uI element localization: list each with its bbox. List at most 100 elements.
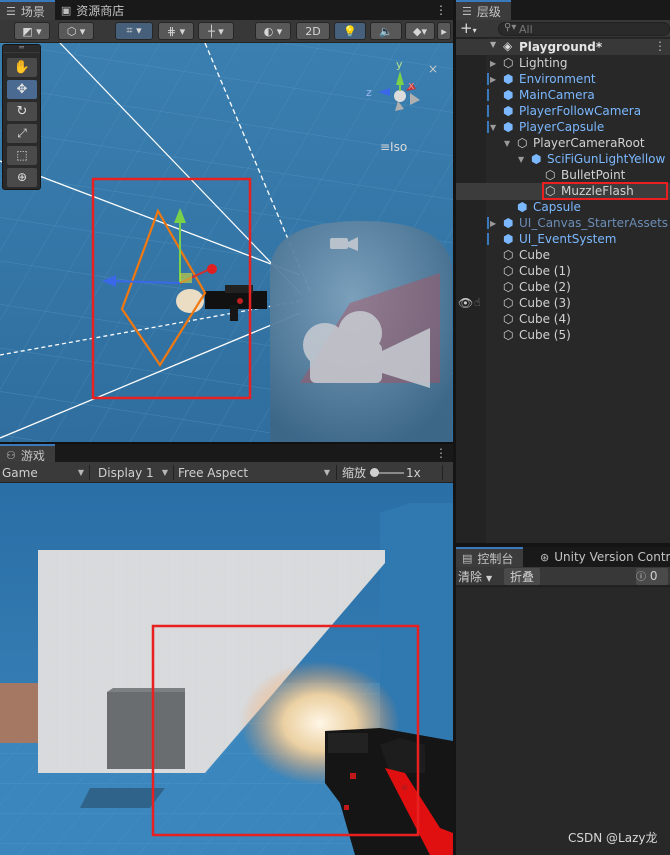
hierarchy-item[interactable]: ▼ ⬡ PlayerCameraRoot [456, 135, 670, 151]
hierarchy-item[interactable]: ⬡ BulletPoint [456, 167, 670, 183]
add-button[interactable]: +▾ [460, 20, 477, 39]
prefab-marker [487, 105, 489, 117]
visibility-eye-icon[interactable]: 👁 [458, 296, 473, 310]
tab-asset-store[interactable]: ▣ 资源商店 [55, 0, 134, 20]
tab-game[interactable]: ⚇ 游戏 [0, 444, 55, 464]
prefab-marker [487, 89, 489, 101]
hierarchy-item[interactable]: ⬢ Capsule [456, 199, 670, 215]
gameobject-cube-icon: ⬢ [503, 232, 514, 246]
hierarchy-item[interactable]: ⬢ PlayerFollowCamera [456, 103, 670, 119]
hierarchy-item[interactable]: ▶ ⬢ Environment [456, 71, 670, 87]
render-mode-dropdown[interactable]: ⬡ ▾ [58, 22, 94, 40]
prefab-marker [487, 121, 489, 133]
aspect-dropdown[interactable]: Free Aspect ▼ [176, 464, 334, 481]
hierarchy-item[interactable]: ⬡ Cube (3) [456, 295, 670, 311]
tab-scene[interactable]: ☰ 场景 [0, 0, 55, 20]
gameobject-cube-icon: ⬢ [503, 120, 514, 134]
hierarchy-item[interactable]: ⬡ Cube (2) [456, 279, 670, 295]
hierarchy-item-label: Environment [519, 72, 596, 86]
unity-scene-icon: ◈ [503, 39, 513, 53]
tab-unity-version-control[interactable]: ⊛ Unity Version Control [534, 547, 670, 567]
scene-viewport[interactable]: y z x × ≡Iso ═ ✋ ✥ ↻ ⤢ ⬚ ⊕ [0, 43, 453, 442]
hand-tool-icon[interactable]: ✋ [7, 58, 37, 77]
hierarchy-item-label: Cube (5) [519, 328, 571, 342]
hierarchy-item[interactable]: ⬡ Cube (5) [456, 327, 670, 343]
clear-button[interactable]: 清除 ▼ [458, 568, 492, 585]
gizmo-axis-y: y [396, 58, 403, 71]
effects-dropdown[interactable]: ◆▾ [405, 22, 435, 40]
expand-arrow-icon[interactable]: ▼ [490, 123, 500, 132]
scene-toolbar-overflow-icon[interactable]: ▸ [437, 22, 451, 40]
console-icon: ▤ [462, 551, 473, 565]
expand-arrow-icon[interactable]: ▶ [490, 75, 500, 84]
list-icon: ☰ [462, 4, 472, 18]
toggle-2d-button[interactable]: 2D [296, 22, 330, 40]
tab-console[interactable]: ▤ 控制台 [456, 547, 524, 567]
hierarchy-item-label: PlayerFollowCamera [519, 104, 642, 118]
display-dropdown[interactable]: Display 1 ▼ [96, 464, 172, 481]
grid-visibility-dropdown[interactable]: ⋕ ▾ [158, 22, 194, 40]
scale-slider[interactable] [370, 468, 404, 477]
hierarchy-item-label: PlayerCameraRoot [533, 136, 645, 150]
hierarchy-item[interactable]: ▼ ⬢ SciFiGunLightYellow [456, 151, 670, 167]
hierarchy-item-label: Cube (4) [519, 312, 571, 326]
pick-hand-icon[interactable]: ☝ [474, 296, 481, 309]
game-tab-bar: ⚇ 游戏 ⋮ [0, 442, 453, 464]
expand-arrow-icon[interactable]: ▼ [518, 155, 528, 164]
move-tool-icon[interactable]: ✥ [7, 80, 37, 99]
chevron-down-icon: ▼ [161, 468, 168, 477]
hierarchy-item[interactable]: ⬢ MainCamera [456, 87, 670, 103]
game-render [0, 483, 453, 855]
gameobject-cube-icon: ⬢ [517, 200, 528, 214]
grid-snap-toggle[interactable]: ⌗ ▾ [115, 22, 153, 40]
game-viewport[interactable] [0, 483, 453, 855]
expand-arrow-icon[interactable]: ▶ [490, 219, 500, 228]
scale-label: 缩放 [342, 466, 367, 480]
expand-arrow-icon[interactable]: ▶ [490, 59, 500, 68]
hierarchy-item[interactable]: ⬡ Cube [456, 247, 670, 263]
transform-tool-icon[interactable]: ⊕ [7, 168, 37, 187]
rect-tool-icon[interactable]: ⬚ [7, 146, 37, 165]
audio-toggle-icon[interactable]: 🔈 [370, 22, 402, 40]
tab-hierarchy[interactable]: ☰ 层级 [456, 0, 511, 20]
hierarchy-item-label: UI_EventSystem [519, 232, 617, 246]
game-more-menu-icon[interactable]: ⋮ [435, 446, 447, 460]
scene-icon: ☰ [6, 4, 16, 18]
hierarchy-item[interactable]: ⬡ Cube (1) [456, 263, 670, 279]
hierarchy-item[interactable]: ▶ ⬡ Lighting [456, 55, 670, 71]
shading-dropdown[interactable]: ◐ ▾ [255, 22, 291, 40]
scene-root-row[interactable]: ▼ ◈ Playground* ⋮ [456, 39, 670, 55]
hierarchy-item-label: Lighting [519, 56, 568, 70]
game-mode-dropdown[interactable]: Game ▼ [0, 464, 88, 481]
expand-arrow-icon[interactable]: ▼ [504, 139, 514, 148]
lighting-toggle-icon[interactable]: 💡 [334, 22, 366, 40]
scale-tool-icon[interactable]: ⤢ [7, 124, 37, 143]
collapse-button[interactable]: 折叠 [504, 568, 540, 585]
gameobject-cube-icon: ⬡ [545, 168, 556, 182]
hierarchy-item[interactable]: ▼ ⬢ PlayerCapsule [456, 119, 670, 135]
scene-more-menu-icon[interactable]: ⋮ [429, 0, 453, 20]
snap-increment-dropdown[interactable]: ┼ ▾ [198, 22, 234, 40]
gameobject-cube-icon: ⬢ [503, 72, 514, 86]
scene-tab-bar: ☰ 场景 ▣ 资源商店 ⋮ [0, 0, 453, 20]
scale-slider-handle[interactable] [370, 468, 379, 477]
gameobject-cube-icon: ⬡ [503, 312, 514, 326]
gameobject-cube-icon: ⬡ [503, 264, 514, 278]
hierarchy-item[interactable]: ▶ ⬢ UI_Canvas_StarterAssets [456, 215, 670, 231]
hierarchy-item[interactable]: ⬡ Cube (4) [456, 311, 670, 327]
draw-mode-dropdown[interactable]: ◩ ▾ [14, 22, 50, 40]
gameobject-cube-icon: ⬢ [503, 88, 514, 102]
expand-arrow-icon[interactable]: ▼ [490, 40, 496, 49]
rotate-tool-icon[interactable]: ↻ [7, 102, 37, 121]
hierarchy-item[interactable]: ⬢ UI_EventSystem [456, 231, 670, 247]
info-count-button[interactable]: ⓘ 0 [636, 568, 668, 585]
console-log-area[interactable] [456, 587, 670, 855]
hierarchy-item-label: Cube (1) [519, 264, 571, 278]
hierarchy-search-input[interactable]: ⚲▾ All [498, 22, 670, 36]
hierarchy-item-label: Cube [519, 248, 550, 262]
gameobject-cube-icon: ⬡ [503, 328, 514, 342]
scene-menu-icon[interactable]: ⋮ [654, 39, 666, 53]
game-toolbar: Game ▼ Display 1 ▼ Free Aspect ▼ 缩放 1x [0, 462, 453, 483]
annotation-box-hierarchy [542, 182, 668, 200]
hierarchy-item-label: Cube (3) [519, 296, 571, 310]
